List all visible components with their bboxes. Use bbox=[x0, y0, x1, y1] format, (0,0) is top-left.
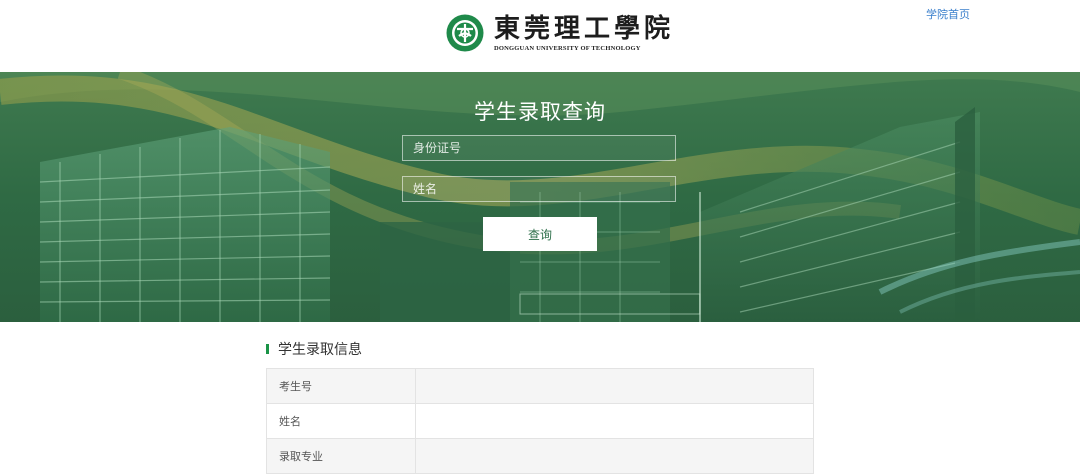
top-header: 東莞理工學院 DONGGUAN UNIVERSITY OF TECHNOLOGY… bbox=[0, 0, 1080, 72]
logo-chinese-name: 東莞理工學院 bbox=[494, 13, 675, 44]
table-row: 录取专业 bbox=[266, 438, 814, 474]
row-value bbox=[415, 368, 814, 404]
row-label: 录取专业 bbox=[266, 438, 416, 474]
admission-info-heading: 学生录取信息 bbox=[266, 339, 362, 359]
row-label: 考生号 bbox=[266, 368, 416, 404]
query-title: 学生录取查询 bbox=[474, 100, 606, 124]
university-logo[interactable]: 東莞理工學院 DONGGUAN UNIVERSITY OF TECHNOLOGY bbox=[446, 14, 674, 52]
section-marker bbox=[266, 344, 269, 354]
query-button[interactable]: 查询 bbox=[483, 217, 597, 251]
logo-english-name: DONGGUAN UNIVERSITY OF TECHNOLOGY bbox=[494, 44, 641, 52]
row-label: 姓名 bbox=[266, 403, 416, 439]
admission-info-table: 考生号 姓名 录取专业 bbox=[266, 368, 814, 474]
id-number-input[interactable] bbox=[402, 135, 676, 161]
table-row: 姓名 bbox=[266, 403, 814, 439]
table-row: 考生号 bbox=[266, 368, 814, 404]
logo-text: 東莞理工學院 DONGGUAN UNIVERSITY OF TECHNOLOGY bbox=[494, 15, 674, 52]
row-value bbox=[415, 438, 814, 474]
section-title-text: 学生录取信息 bbox=[278, 342, 362, 358]
row-value bbox=[415, 403, 814, 439]
home-link[interactable]: 学院首页 bbox=[926, 6, 970, 22]
name-input[interactable] bbox=[402, 176, 676, 202]
university-emblem-icon bbox=[446, 14, 484, 52]
query-banner: 学生录取查询 查询 bbox=[0, 72, 1080, 322]
